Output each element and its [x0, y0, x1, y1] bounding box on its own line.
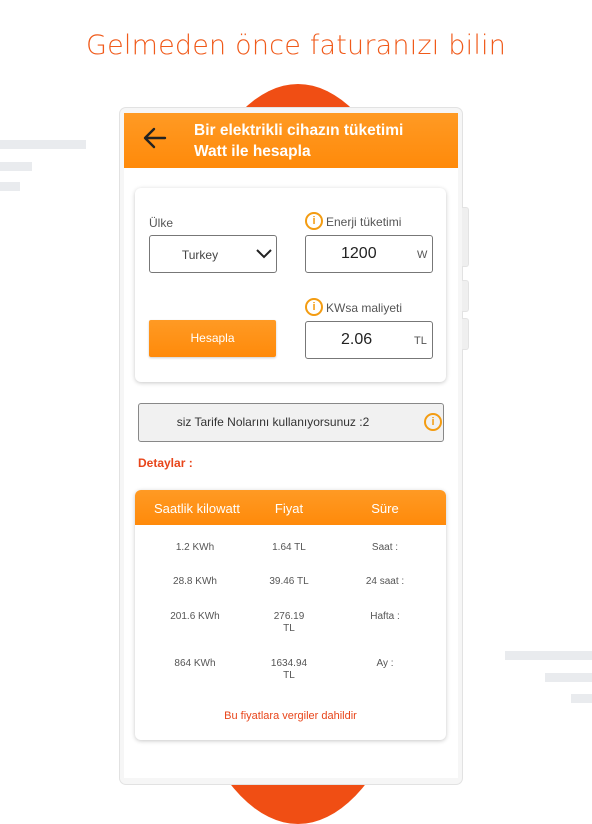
calculate-button[interactable]: Hesapla: [149, 320, 276, 357]
cell-price: 1.64 TL: [272, 542, 306, 553]
info-icon[interactable]: i: [424, 413, 442, 431]
column-header-kwh: Saatlik kilowatt: [154, 501, 240, 516]
country-value: Turkey: [181, 248, 219, 262]
cell-price: 39.46 TL: [269, 576, 309, 587]
phone-side-button: [462, 318, 469, 350]
column-header-duration: Süre: [371, 501, 399, 516]
arrow-left-icon[interactable]: [142, 125, 168, 151]
cost-label: KWsa maliyeti: [326, 301, 403, 315]
cost-unit: TL: [414, 335, 427, 347]
cell-kwh: 1.2 KWh: [175, 542, 215, 553]
energy-value: 1200: [341, 245, 377, 262]
column-header-price: Fiyat: [274, 501, 304, 516]
details-label: Detaylar :: [138, 456, 193, 470]
energy-input[interactable]: 1200 W: [305, 235, 433, 273]
cell-kwh: 28.8 KWh: [173, 576, 217, 587]
cost-value: 2.06: [341, 331, 373, 348]
tax-note: Bu fiyatlara vergiler dahildir: [224, 710, 357, 722]
cell-duration: 24 saat :: [365, 576, 405, 587]
info-icon[interactable]: i: [305, 298, 323, 316]
decorative-bar: [571, 694, 592, 703]
tariff-info-text: siz Tarife Nolarını kullanıyorsunuz :2: [176, 415, 370, 429]
decorative-bar: [505, 651, 592, 660]
country-select[interactable]: Turkey: [149, 235, 277, 273]
decorative-bar: [0, 140, 86, 149]
details-table: Saatlik kilowatt Fiyat Süre 1.2 KWh 1.64…: [135, 490, 446, 740]
promo-headline: Gelmeden önce faturanızı bilin: [85, 30, 507, 61]
info-icon[interactable]: i: [305, 212, 323, 230]
cell-duration: Saat :: [371, 542, 399, 553]
decorative-bar: [0, 182, 20, 191]
app-bar-title-line1: Bir elektrikli cihazın tüketimi: [194, 122, 404, 139]
cell-duration: Ay :: [376, 658, 394, 669]
country-label: Ülke: [149, 216, 174, 230]
cell-price: 276.19 TL: [273, 611, 305, 634]
tariff-info-box: siz Tarife Nolarını kullanıyorsunuz :2 i: [138, 403, 444, 442]
app-bar: Bir elektrikli cihazın tüketimi Watt ile…: [124, 113, 458, 168]
app-screen: Bir elektrikli cihazın tüketimi Watt ile…: [124, 113, 458, 778]
input-card: Ülke Turkey i Enerji tüketimi 1200 W i K…: [135, 188, 446, 382]
app-bar-title: Bir elektrikli cihazın tüketimi Watt ile…: [194, 120, 444, 162]
cell-duration: Hafta :: [370, 611, 400, 622]
chevron-down-icon: [256, 249, 272, 259]
phone-side-button: [462, 280, 469, 312]
table-header: Saatlik kilowatt Fiyat Süre: [135, 490, 446, 525]
phone-side-button: [462, 207, 469, 267]
energy-unit: W: [417, 249, 428, 261]
cell-kwh: 201.6 KWh: [170, 611, 220, 622]
energy-label: Enerji tüketimi: [326, 215, 402, 229]
cell-price: 1634.94 TL: [270, 658, 308, 681]
decorative-bar: [0, 162, 32, 171]
decorative-bar: [545, 673, 592, 682]
app-bar-title-line2: Watt ile hesapla: [194, 143, 311, 160]
cell-kwh: 864 KWh: [174, 658, 216, 669]
cost-input[interactable]: 2.06 TL: [305, 321, 433, 359]
